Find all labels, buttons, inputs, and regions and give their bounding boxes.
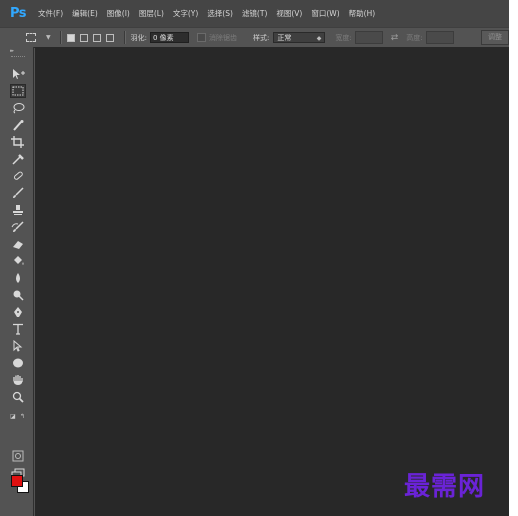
intersect-selection-icon[interactable] (105, 33, 114, 42)
rectangular-marquee-tool-icon[interactable] (10, 84, 26, 98)
blur-tool-icon[interactable] (10, 271, 26, 285)
swap-colors-icon[interactable]: ↰ (20, 413, 25, 420)
style-label: 样式: (252, 33, 270, 42)
pen-tool-icon[interactable] (10, 305, 26, 319)
menu-type[interactable]: 文字(Y) (173, 8, 198, 19)
hand-tool-icon[interactable] (10, 373, 26, 387)
tools-panel: ▸▸ ◪ ↰ (0, 47, 34, 516)
menu-layer[interactable]: 图层(L) (139, 8, 164, 19)
zoom-tool-icon[interactable] (10, 390, 26, 404)
height-label: 高度: (406, 33, 423, 42)
options-bar: ▼ 羽化: 0 像素 消除锯齿 样式: 正常 ◆ 宽度: ⇄ 高度: 调整 (0, 27, 509, 48)
eyedropper-tool-icon[interactable] (10, 152, 26, 166)
history-brush-tool-icon[interactable] (10, 220, 26, 234)
menu-select[interactable]: 选择(S) (207, 8, 233, 19)
brush-tool-icon[interactable] (10, 186, 26, 200)
path-selection-tool-icon[interactable] (10, 339, 26, 353)
swap-dimensions-icon[interactable]: ⇄ (391, 33, 399, 43)
feather-input[interactable]: 0 像素 (149, 32, 189, 43)
width-label: 宽度: (335, 33, 352, 42)
quick-mask-icon[interactable] (10, 449, 26, 463)
watermark-text: 最需网 (404, 472, 486, 502)
chevron-down-icon[interactable]: ▼ (46, 34, 51, 41)
menu-filter[interactable]: 滤镜(T) (242, 8, 267, 19)
default-colors-icon[interactable]: ◪ (10, 413, 16, 420)
new-selection-icon[interactable] (66, 33, 75, 42)
antialias-label: 消除锯齿 (208, 33, 237, 42)
style-value: 正常 (277, 34, 292, 42)
tool-preset-picker[interactable] (20, 31, 42, 44)
style-select[interactable]: 正常 ◆ (273, 32, 326, 43)
menu-image[interactable]: 图像(I) (107, 8, 130, 19)
photoshop-window: Ps 文件(F) 编辑(E) 图像(I) 图层(L) 文字(Y) 选择(S) 滤… (0, 0, 509, 516)
type-tool-icon[interactable] (10, 322, 26, 336)
paint-bucket-tool-icon[interactable] (10, 254, 26, 268)
crop-tool-icon[interactable] (10, 135, 26, 149)
menu-view[interactable]: 视图(V) (276, 8, 302, 19)
lasso-tool-icon[interactable] (10, 101, 26, 115)
menu-help[interactable]: 帮助(H) (349, 8, 376, 19)
quick-selection-tool-icon[interactable] (10, 118, 26, 132)
antialias-checkbox[interactable] (196, 33, 206, 42)
foreground-color-swatch[interactable] (11, 475, 23, 487)
subtract-from-selection-icon[interactable] (92, 33, 101, 42)
divider (59, 31, 62, 44)
refine-edge-button[interactable]: 调整 (481, 30, 509, 45)
menu-file[interactable]: 文件(F) (38, 8, 63, 19)
spot-healing-brush-icon[interactable] (10, 169, 26, 183)
height-input[interactable] (425, 31, 454, 44)
move-tool-icon[interactable] (10, 67, 26, 81)
ellipse-tool-icon[interactable] (10, 356, 26, 370)
canvas-workspace[interactable] (35, 47, 509, 516)
feather-label: 羽化: (130, 33, 147, 42)
clone-stamp-tool-icon[interactable] (10, 203, 26, 217)
menu-bar: Ps 文件(F) 编辑(E) 图像(I) 图层(L) 文字(Y) 选择(S) 滤… (0, 0, 509, 27)
marquee-icon (26, 33, 36, 42)
ps-logo: Ps (10, 6, 27, 21)
panel-grip[interactable] (11, 56, 25, 59)
select-caret-icon: ◆ (316, 35, 322, 42)
divider (123, 31, 126, 44)
dodge-tool-icon[interactable] (10, 288, 26, 302)
collapse-panel-icon[interactable]: ▸▸ (10, 48, 14, 54)
menu-edit[interactable]: 编辑(E) (72, 8, 98, 19)
add-to-selection-icon[interactable] (79, 33, 88, 42)
menu-window[interactable]: 窗口(W) (311, 8, 339, 19)
width-input[interactable] (354, 31, 383, 44)
eraser-tool-icon[interactable] (10, 237, 26, 251)
